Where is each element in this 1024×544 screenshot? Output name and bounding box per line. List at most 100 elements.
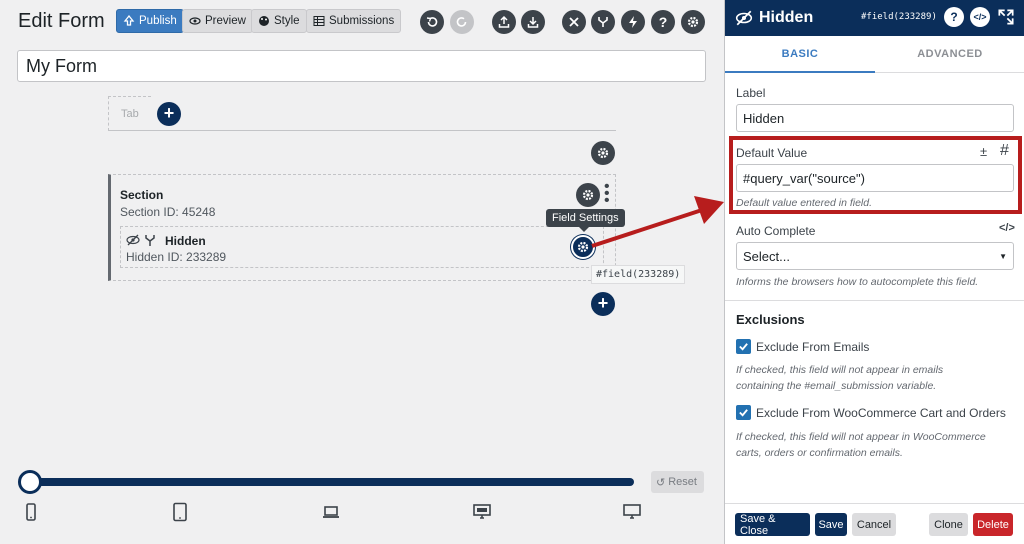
undo-icon: [426, 17, 438, 27]
eye-slash-icon: [735, 10, 753, 26]
reset-button[interactable]: ↺ Reset: [651, 471, 704, 493]
panel-tabs: BASIC ADVANCED: [725, 36, 1024, 73]
panel-help-button[interactable]: ?: [944, 7, 964, 27]
exclude-emails-label[interactable]: Exclude From Emails: [756, 340, 869, 354]
panel-expand-button[interactable]: [996, 7, 1016, 27]
panel-field-tag[interactable]: #field(233289): [861, 12, 937, 22]
default-value-input[interactable]: #query_var("source"): [736, 164, 1014, 192]
publish-label: Publish: [139, 15, 177, 27]
clone-button[interactable]: Clone: [929, 513, 968, 536]
desktop-device-button[interactable]: [472, 502, 492, 527]
redo-icon: [456, 17, 467, 27]
insert-variable-icon[interactable]: ±: [980, 144, 987, 159]
gear-icon: [687, 16, 699, 28]
desktop-icon: [473, 504, 491, 519]
form-settings-button[interactable]: [681, 10, 705, 34]
laptop-device-button[interactable]: [321, 502, 341, 527]
plus-icon: +: [597, 293, 609, 313]
tab-basic[interactable]: BASIC: [725, 36, 875, 73]
field-settings-panel: Hidden #field(233289) ? </> BASIC ADVANC…: [724, 0, 1024, 544]
style-button[interactable]: Style: [251, 9, 307, 33]
tablet-device-button[interactable]: [170, 502, 190, 527]
autocomplete-select[interactable]: Select... ▼: [736, 242, 1014, 270]
hash-icon[interactable]: #: [1000, 142, 1009, 160]
exclude-woocommerce-checkbox[interactable]: [736, 405, 751, 420]
reset-label: Reset: [668, 476, 697, 488]
export-button[interactable]: [492, 10, 516, 34]
palette-icon: [259, 16, 269, 26]
eye-icon: [189, 17, 201, 25]
viewport-slider-thumb[interactable]: [18, 470, 42, 494]
panel-code-button[interactable]: </>: [970, 7, 990, 27]
tab-placeholder[interactable]: Tab: [108, 96, 151, 131]
panel-title: Hidden: [759, 9, 814, 26]
field-id: Hidden ID: 233289: [126, 250, 227, 264]
expand-icon: [998, 9, 1014, 25]
autocomplete-help: Informs the browsers how to autocomplete…: [736, 276, 979, 288]
panel-footer: Save & Close Save Cancel Clone Delete: [725, 503, 1024, 544]
reset-icon: ↺: [656, 476, 666, 489]
exclude-emails-help-1: If checked, this field will not appear i…: [736, 364, 944, 376]
check-icon: [739, 343, 748, 351]
publish-button[interactable]: Publish: [116, 9, 184, 33]
save-button[interactable]: Save: [815, 513, 847, 536]
form-name-input[interactable]: My Form: [17, 50, 706, 82]
viewport-slider-track[interactable]: [28, 478, 634, 486]
save-close-button[interactable]: Save & Close: [735, 513, 810, 537]
default-value-label: Default Value: [736, 146, 808, 160]
logic-button[interactable]: [591, 10, 615, 34]
preview-button[interactable]: Preview: [182, 9, 253, 33]
submissions-label: Submissions: [329, 15, 395, 27]
annotation-arrow: [591, 196, 724, 248]
exclude-woocommerce-help-1: If checked, this field will not appear i…: [736, 431, 986, 443]
label-input[interactable]: Hidden: [736, 104, 1014, 132]
field-title: Hidden: [165, 234, 206, 248]
field-icons: [126, 233, 157, 247]
delete-button[interactable]: Delete: [973, 513, 1013, 536]
exclude-emails-checkbox[interactable]: [736, 339, 751, 354]
question-icon: ?: [658, 14, 668, 30]
tools-icon: [569, 17, 579, 27]
undo-history-button[interactable]: [420, 10, 444, 34]
section-id: Section ID: 45248: [120, 205, 216, 219]
monitor-icon: [623, 504, 641, 519]
tools-button[interactable]: [562, 10, 586, 34]
gear-icon: [597, 147, 609, 159]
exclude-woocommerce-help-2: carts, orders or confirmation emails.: [736, 447, 903, 459]
add-field-button[interactable]: +: [591, 292, 615, 316]
check-icon: [739, 409, 748, 417]
tablet-icon: [173, 502, 187, 522]
redo-button[interactable]: [450, 10, 474, 34]
wide-desktop-device-button[interactable]: [622, 502, 642, 527]
help-button[interactable]: ?: [651, 10, 675, 34]
mobile-device-button[interactable]: [21, 502, 41, 527]
exclude-emails-help-2: containing the #email_submission variabl…: [736, 380, 937, 392]
page-title: Edit Form: [18, 10, 105, 32]
fork-icon: [145, 235, 155, 246]
code-icon: </>: [973, 12, 987, 22]
tab-advanced[interactable]: ADVANCED: [875, 36, 1024, 73]
preview-label: Preview: [205, 15, 246, 27]
mobile-icon: [26, 503, 36, 521]
default-value-help: Default value entered in field.: [736, 197, 873, 209]
divider: [725, 300, 1024, 301]
autocomplete-label: Auto Complete: [736, 224, 816, 238]
plus-icon: +: [163, 103, 175, 123]
exclude-woocommerce-label[interactable]: Exclude From WooCommerce Cart and Orders: [756, 406, 1006, 420]
actions-button[interactable]: [621, 10, 645, 34]
download-icon: [527, 17, 539, 28]
chevron-down-icon: ▼: [999, 252, 1007, 261]
laptop-icon: [323, 506, 339, 518]
add-tab-button[interactable]: +: [157, 102, 181, 126]
field-tag-chip[interactable]: #field(233289): [591, 265, 686, 284]
table-icon: [313, 16, 325, 26]
bolt-icon: [629, 16, 637, 28]
divider: [108, 130, 616, 131]
code-icon[interactable]: </>: [999, 222, 1015, 234]
page-settings-button[interactable]: [591, 141, 615, 165]
cancel-button[interactable]: Cancel: [852, 513, 896, 536]
import-button[interactable]: [521, 10, 545, 34]
publish-icon: [123, 15, 135, 26]
exclusions-heading: Exclusions: [736, 312, 805, 327]
submissions-button[interactable]: Submissions: [306, 9, 402, 33]
